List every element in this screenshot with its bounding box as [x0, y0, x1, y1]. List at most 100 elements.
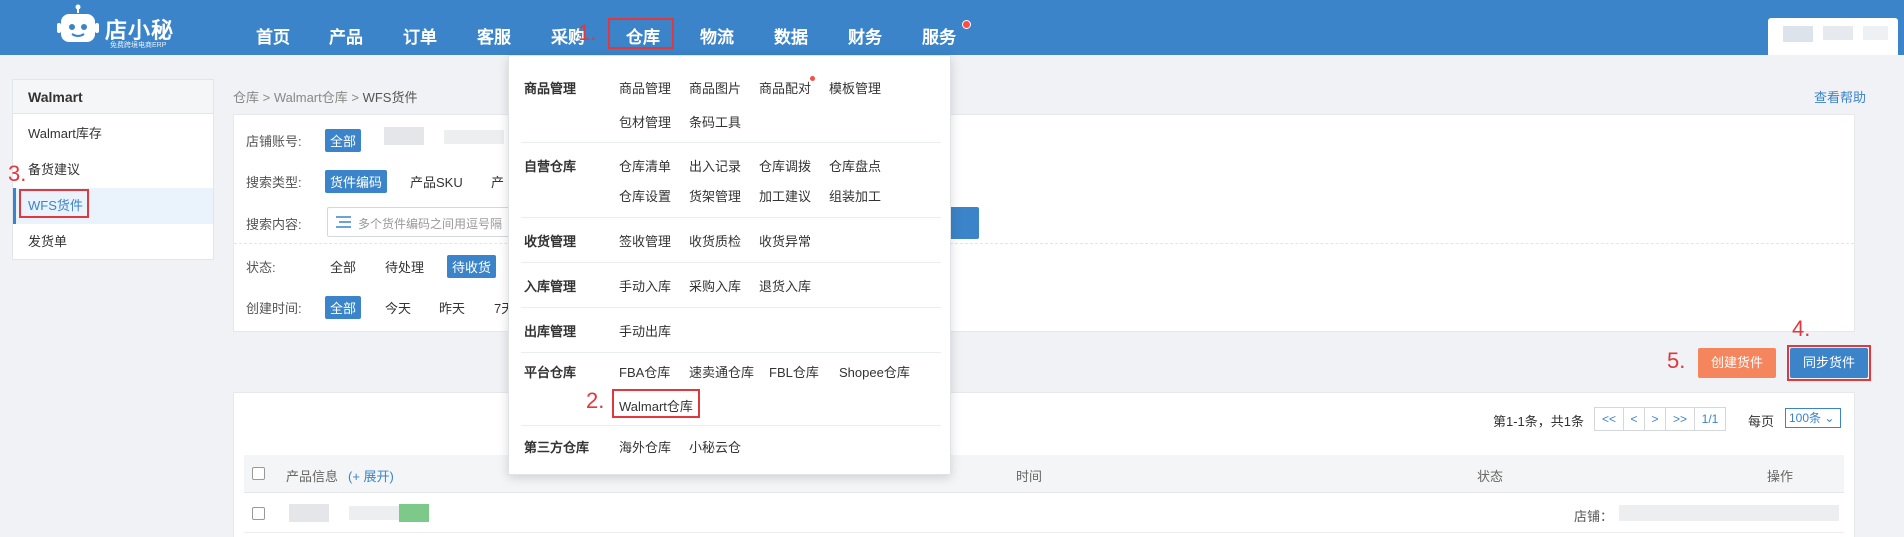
breadcrumb-separator: > — [259, 90, 274, 105]
nav-logistics[interactable]: 物流 — [700, 23, 734, 48]
group-own-warehouse: 自营仓库 — [524, 159, 577, 174]
nav-customer-service[interactable]: 客服 — [477, 23, 511, 48]
row-store-label: 店铺： — [1574, 509, 1614, 524]
menu-item-packaging-management[interactable]: 包材管理 — [619, 112, 671, 131]
pager-page-indicator[interactable]: 1/1 — [1694, 407, 1726, 431]
menu-item-product-matching[interactable]: 商品配对 — [759, 78, 811, 97]
row-checkbox[interactable] — [252, 507, 265, 520]
menu-item-receiving-qc[interactable]: 收货质检 — [689, 231, 741, 250]
blurred-store — [444, 130, 504, 144]
status-option-all[interactable]: 全部 — [325, 255, 361, 278]
group-inbound: 入库管理 — [524, 279, 577, 294]
pager-prev-button[interactable]: < — [1623, 407, 1645, 431]
user-account-box[interactable] — [1768, 18, 1898, 55]
sidebar-item-stock-advice[interactable]: 备货建议 — [13, 152, 213, 188]
search-content-label: 搜索内容: — [246, 217, 302, 232]
annotation-box-wfs — [19, 189, 89, 218]
menu-item-fba-warehouse[interactable]: FBA仓库 — [619, 362, 670, 381]
create-shipment-button[interactable]: 创建货件 — [1698, 348, 1776, 378]
menu-item-xiaomi-cloud-warehouse[interactable]: 小秘云仓 — [689, 437, 741, 456]
menu-item-receiving-exceptions[interactable]: 收货异常 — [759, 231, 811, 250]
menu-divider — [521, 142, 941, 143]
pager-last-button[interactable]: >> — [1665, 407, 1695, 431]
search-type-shipment-code[interactable]: 货件编码 — [325, 170, 388, 193]
sync-shipments-button[interactable]: 同步货件 — [1790, 348, 1868, 378]
help-link[interactable]: 查看帮助 — [1814, 87, 1866, 106]
time-option-today[interactable]: 今天 — [380, 296, 416, 319]
store-option-all[interactable]: 全部 — [325, 129, 362, 152]
menu-item-manual-inbound[interactable]: 手动入库 — [619, 276, 671, 295]
blurred-username — [1863, 26, 1888, 40]
select-all-checkbox[interactable] — [252, 467, 265, 480]
per-page-label: 每页 — [1748, 414, 1775, 429]
sidebar-item-walmart-inventory[interactable]: Walmart库存 — [13, 116, 213, 152]
breadcrumb-current: WFS货件 — [362, 90, 418, 105]
blurred-product-info — [399, 504, 429, 522]
group-receiving: 收货管理 — [524, 234, 577, 249]
per-page-select[interactable]: 100条 ⌄ — [1785, 408, 1841, 428]
blurred-username — [1823, 26, 1853, 40]
menu-item-return-inbound[interactable]: 退货入库 — [759, 276, 811, 295]
blurred-store — [384, 127, 424, 145]
nav-data[interactable]: 数据 — [774, 23, 808, 48]
list-icon — [336, 216, 351, 228]
menu-item-overseas-warehouse[interactable]: 海外仓库 — [619, 437, 671, 456]
shipments-table-panel: 第1-1条，共1条 << < > >> 1/1 每页 100条 ⌄ 产品信息 (… — [233, 392, 1855, 537]
status-option-awaiting-receipt[interactable]: 待收货 — [447, 255, 497, 278]
annotation-number-5: 5. — [1667, 348, 1686, 373]
menu-item-signing-management[interactable]: 签收管理 — [619, 231, 671, 250]
search-type-product[interactable]: 产 — [486, 170, 509, 193]
menu-item-in-out-records[interactable]: 出入记录 — [689, 156, 741, 175]
col-operations: 操作 — [1767, 469, 1794, 484]
menu-item-shelf-management[interactable]: 货架管理 — [689, 186, 741, 205]
menu-item-warehouse-settings[interactable]: 仓库设置 — [619, 186, 671, 205]
store-label: 店铺账号: — [246, 134, 302, 149]
annotation-number-1: 1. — [578, 20, 597, 45]
filter-panel: 店铺账号: 全部 搜索类型: 货件编码 产品SKU 产 搜索内容: 多个货件编码… — [233, 114, 1855, 332]
menu-item-manual-outbound[interactable]: 手动出库 — [619, 321, 671, 340]
breadcrumb-warehouse[interactable]: 仓库 — [233, 90, 259, 105]
new-badge-dot — [810, 76, 815, 81]
menu-item-barcode-tool[interactable]: 条码工具 — [689, 112, 741, 131]
nav-orders[interactable]: 订单 — [403, 23, 437, 48]
app-logo[interactable]: 店小秘 免费跨境电商ERP — [55, 4, 195, 50]
blurred-store-name — [1619, 505, 1839, 521]
menu-item-fbl-warehouse[interactable]: FBL仓库 — [769, 362, 819, 381]
table-header: 产品信息 (+ 展开) 时间 状态 操作 — [244, 455, 1844, 493]
menu-item-aliexpress-warehouse[interactable]: 速卖通仓库 — [689, 362, 754, 381]
search-placeholder: 多个货件编码之间用逗号隔 — [358, 217, 503, 231]
nav-home[interactable]: 首页 — [256, 23, 290, 48]
nav-services[interactable]: 服务 — [922, 23, 956, 48]
menu-item-stock-count[interactable]: 仓库盘点 — [829, 156, 881, 175]
menu-item-warehouse-transfer[interactable]: 仓库调拨 — [759, 156, 811, 175]
robot-logo-icon — [57, 4, 99, 42]
time-option-yesterday[interactable]: 昨天 — [434, 296, 470, 319]
search-type-product-sku[interactable]: 产品SKU — [405, 170, 468, 193]
left-sidebar: Walmart Walmart库存 备货建议 WFS货件 发货单 — [12, 79, 214, 260]
menu-item-template-management[interactable]: 模板管理 — [829, 78, 881, 97]
sidebar-title: Walmart — [13, 80, 213, 114]
status-label: 状态: — [246, 260, 276, 275]
col-status: 状态 — [1477, 469, 1504, 484]
notification-dot — [962, 20, 971, 29]
menu-item-shopee-warehouse[interactable]: Shopee仓库 — [839, 362, 910, 381]
breadcrumb-walmart-warehouse[interactable]: Walmart仓库 — [274, 90, 348, 105]
top-navbar: 店小秘 免费跨境电商ERP 首页 产品 订单 客服 采购 仓库 物流 数据 财务… — [0, 0, 1904, 55]
blurred-product-info — [289, 504, 329, 522]
menu-item-warehouse-list[interactable]: 仓库清单 — [619, 156, 671, 175]
menu-item-purchase-inbound[interactable]: 采购入库 — [689, 276, 741, 295]
warehouse-dropdown-menu: 商品管理 商品管理 商品图片 商品配对 模板管理 包材管理 条码工具 自营仓库 … — [508, 55, 951, 475]
menu-item-product-images[interactable]: 商品图片 — [689, 78, 741, 97]
status-option-pending[interactable]: 待处理 — [380, 255, 429, 278]
sidebar-item-delivery-orders[interactable]: 发货单 — [13, 224, 213, 260]
menu-item-assembly-processing[interactable]: 组装加工 — [829, 186, 881, 205]
pager-next-button[interactable]: > — [1644, 407, 1666, 431]
nav-products[interactable]: 产品 — [329, 23, 363, 48]
expand-all-link[interactable]: (+ 展开) — [348, 466, 394, 485]
nav-finance[interactable]: 财务 — [848, 23, 882, 48]
menu-item-product-management[interactable]: 商品管理 — [619, 78, 671, 97]
menu-item-processing-advice[interactable]: 加工建议 — [759, 186, 811, 205]
pager-first-button[interactable]: << — [1594, 407, 1624, 431]
time-option-all[interactable]: 全部 — [325, 296, 362, 319]
menu-divider — [521, 217, 941, 218]
